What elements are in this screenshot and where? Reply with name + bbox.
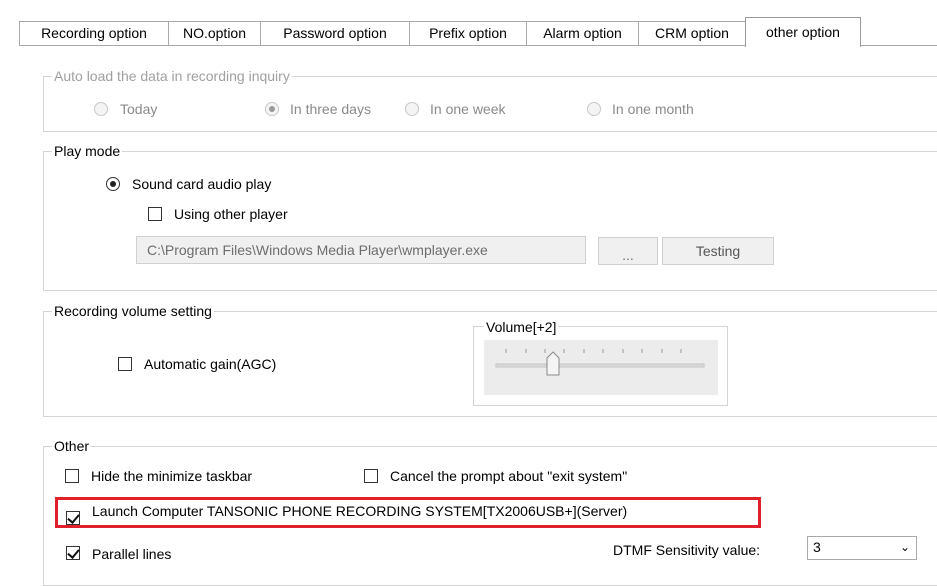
- play-mode-legend: Play mode: [52, 142, 123, 160]
- checkbox-parallel-lines[interactable]: [66, 546, 80, 560]
- radio-today[interactable]: [94, 102, 108, 116]
- checkbox-agc-label: Automatic gain(AGC): [144, 356, 277, 372]
- tab-password-option[interactable]: Password option: [260, 21, 410, 46]
- tab-recording-option[interactable]: Recording option: [19, 21, 169, 46]
- checkbox-other-player[interactable]: [148, 207, 162, 221]
- checkbox-launch-label: Launch Computer TANSONIC PHONE RECORDING…: [92, 503, 628, 519]
- radio-sound-card-label: Sound card audio play: [132, 176, 272, 192]
- auto-load-legend: Auto load the data in recording inquiry: [52, 67, 292, 85]
- dtmf-select[interactable]: 3 ⌄: [807, 536, 917, 560]
- testing-button[interactable]: Testing: [662, 237, 774, 265]
- radio-one-week-label: In one week: [430, 101, 506, 117]
- chevron-down-icon: ⌄: [899, 540, 910, 554]
- checkbox-parallel-lines-label: Parallel lines: [92, 546, 172, 562]
- player-path-input[interactable]: C:\Program Files\Windows Media Player\wm…: [136, 236, 586, 264]
- checkbox-cancel-prompt-label: Cancel the prompt about "exit system": [390, 468, 628, 484]
- radio-sound-card[interactable]: [106, 177, 120, 191]
- other-legend: Other: [52, 437, 92, 455]
- tab-crm-option[interactable]: CRM option: [638, 21, 746, 46]
- dtmf-label: DTMF Sensitivity value:: [613, 542, 761, 558]
- browse-button[interactable]: ...: [598, 237, 658, 265]
- checkbox-launch[interactable]: [66, 511, 80, 525]
- volume-slider-thumb: [546, 351, 560, 376]
- radio-one-month-label: In one month: [612, 101, 694, 117]
- volume-slider[interactable]: [484, 340, 718, 395]
- recording-volume-legend: Recording volume setting: [52, 302, 214, 320]
- checkbox-hide-taskbar[interactable]: [65, 469, 79, 483]
- checkbox-cancel-prompt[interactable]: [364, 469, 378, 483]
- tab-no-option[interactable]: NO.option: [168, 21, 261, 46]
- radio-one-week[interactable]: [405, 102, 419, 116]
- checkbox-agc[interactable]: [118, 357, 132, 371]
- tab-prefix-option[interactable]: Prefix option: [409, 21, 527, 46]
- radio-three-days[interactable]: [265, 102, 279, 116]
- radio-three-days-label: In three days: [290, 101, 371, 117]
- tab-alarm-option[interactable]: Alarm option: [526, 21, 639, 46]
- dtmf-select-value: 3: [813, 539, 821, 555]
- tab-other-option[interactable]: other option: [745, 17, 861, 47]
- volume-slider-graphic: [495, 349, 705, 376]
- radio-one-month[interactable]: [587, 102, 601, 116]
- radio-today-label: Today: [120, 101, 158, 117]
- volume-legend: Volume[+2]: [484, 318, 559, 336]
- checkbox-hide-taskbar-label: Hide the minimize taskbar: [91, 468, 253, 484]
- tab-strip: Recording option NO.option Password opti…: [0, 0, 937, 47]
- checkbox-other-player-label: Using other player: [174, 206, 288, 222]
